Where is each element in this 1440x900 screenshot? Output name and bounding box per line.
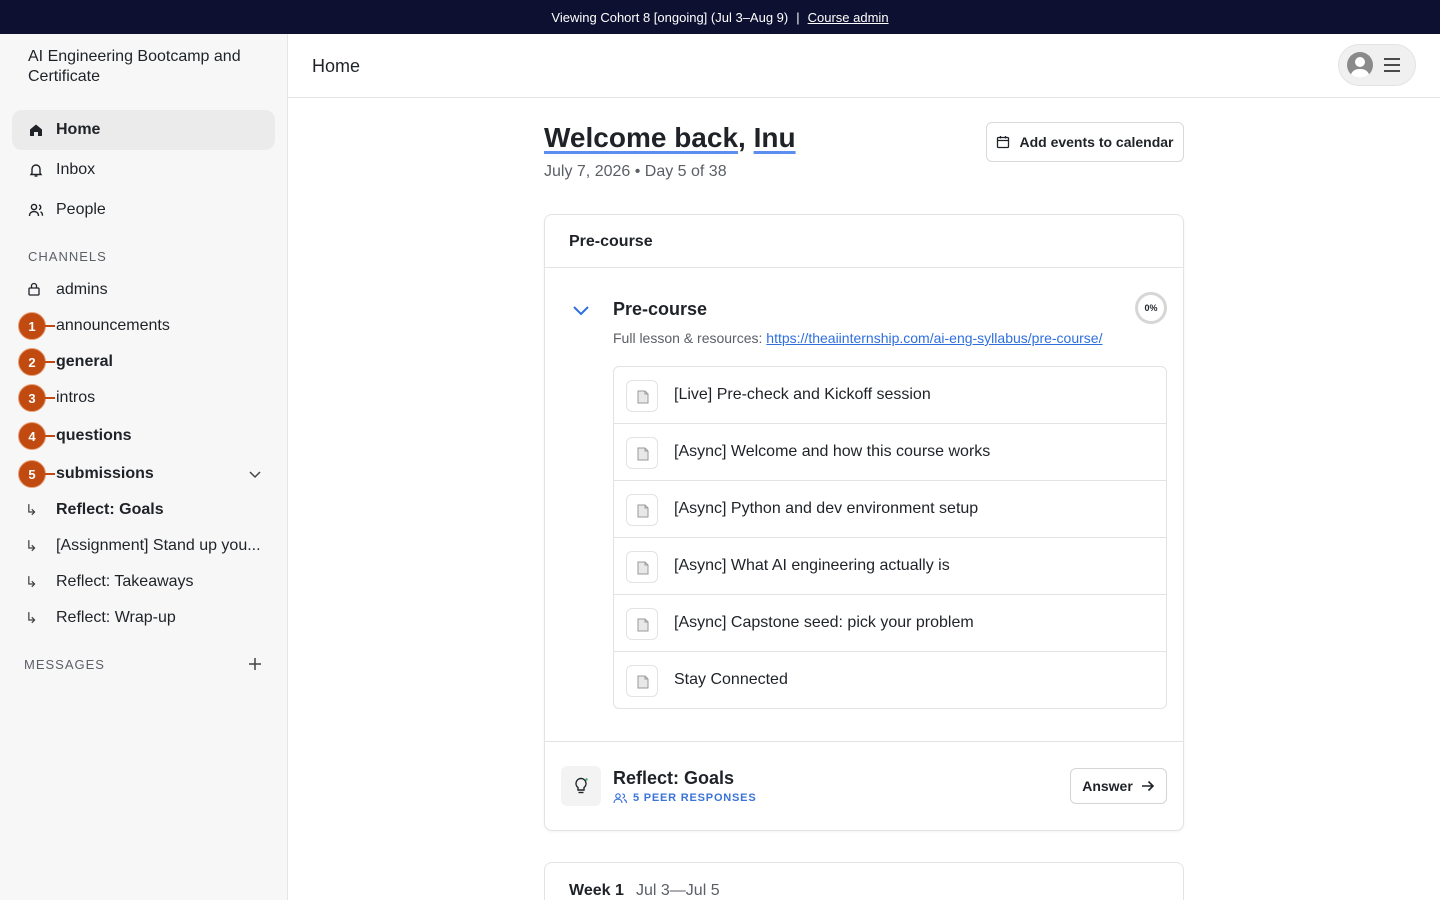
- hamburger-menu-icon: [1384, 58, 1400, 72]
- add-to-calendar-button[interactable]: Add events to calendar: [986, 122, 1184, 162]
- channel-general[interactable]: general: [56, 353, 113, 371]
- week-dates: Jul 3—Jul 5: [636, 882, 720, 899]
- banner-separator: |: [796, 9, 800, 25]
- collapse-chevron-icon[interactable]: [572, 305, 590, 317]
- unread-badge-announcements: 1: [18, 312, 55, 340]
- unread-badge-general: 2: [18, 348, 55, 376]
- lock-icon: [28, 282, 40, 296]
- lesson-title: [Async] Welcome and how this course work…: [674, 443, 991, 460]
- unread-badge-questions: 4: [18, 422, 55, 450]
- lesson-item[interactable]: [Async] What AI engineering actually is: [614, 538, 1166, 595]
- lesson-title: Stay Connected: [674, 671, 788, 688]
- document-icon: [626, 608, 658, 640]
- thread-reflect-wrapup[interactable]: Reflect: Wrap-up: [56, 609, 266, 627]
- channel-questions[interactable]: questions: [56, 427, 132, 445]
- channel-submissions[interactable]: submissions: [56, 465, 154, 483]
- arrow-right-icon: [1141, 780, 1154, 792]
- nav-item-people[interactable]: People: [12, 190, 275, 230]
- chevron-down-icon[interactable]: [247, 466, 263, 482]
- channels-section-label: CHANNELS: [28, 249, 107, 264]
- people-icon: [28, 202, 44, 218]
- document-icon: [626, 437, 658, 469]
- welcome-heading: Welcome back, Inu: [544, 122, 796, 154]
- lesson-item[interactable]: [Live] Pre-check and Kickoff session: [614, 367, 1166, 424]
- document-icon: [626, 551, 658, 583]
- module-resources: Full lesson & resources: https://theaiin…: [613, 330, 1102, 346]
- user-menu-button[interactable]: [1338, 44, 1416, 86]
- answer-button[interactable]: Answer: [1070, 768, 1167, 804]
- course-admin-link[interactable]: Course admin: [808, 10, 889, 25]
- messages-section-label: MESSAGES: [24, 657, 105, 672]
- pre-course-card: Pre-course Pre-course 0% Full lesson & r…: [544, 214, 1184, 831]
- home-icon: [28, 122, 44, 138]
- card-divider: [545, 741, 1183, 742]
- thread-reflect-takeaways[interactable]: Reflect: Takeaways: [56, 573, 266, 591]
- lesson-title: [Async] Python and dev environment setup: [674, 500, 979, 517]
- resources-link[interactable]: https://theaiinternship.com/ai-eng-sylla…: [766, 330, 1102, 346]
- thread-reflect-goals[interactable]: Reflect: Goals: [56, 501, 266, 519]
- cohort-text: Viewing Cohort 8 [ongoing] (Jul 3–Aug 9): [551, 9, 789, 25]
- lightbulb-icon: [561, 766, 601, 806]
- nav-item-inbox[interactable]: Inbox: [12, 150, 275, 190]
- add-message-icon[interactable]: [247, 656, 263, 672]
- lesson-item[interactable]: [Async] Capstone seed: pick your problem: [614, 595, 1166, 652]
- channel-intros[interactable]: intros: [56, 389, 95, 407]
- unread-badge-intros: 3: [18, 384, 55, 412]
- document-icon: [626, 665, 658, 697]
- app-title[interactable]: AI Engineering Bootcamp and Certificate: [28, 47, 248, 87]
- welcome-name: Inu: [753, 122, 796, 153]
- nav-label-people: People: [56, 201, 106, 218]
- reflect-goals-title[interactable]: Reflect: Goals: [613, 768, 734, 789]
- cohort-banner: Viewing Cohort 8 [ongoing] (Jul 3–Aug 9)…: [0, 0, 1440, 34]
- thread-assignment[interactable]: [Assignment] Stand up you...: [56, 537, 266, 555]
- sidebar: AI Engineering Bootcamp and Certificate …: [0, 34, 288, 900]
- channel-admins[interactable]: admins: [56, 281, 108, 299]
- week-title: Week 1: [569, 882, 624, 899]
- answer-label: Answer: [1082, 778, 1133, 794]
- lesson-item[interactable]: Stay Connected: [614, 652, 1166, 709]
- document-icon: [626, 380, 658, 412]
- sub-arrow-icon: ↳: [25, 574, 38, 591]
- lesson-item[interactable]: [Async] Welcome and how this course work…: [614, 424, 1166, 481]
- peer-responses-link[interactable]: 5 PEER RESPONSES: [613, 792, 756, 804]
- sub-arrow-icon: ↳: [25, 538, 38, 555]
- lesson-title: [Live] Pre-check and Kickoff session: [674, 386, 931, 403]
- nav-label-inbox: Inbox: [56, 161, 96, 178]
- module-progress: 0%: [1135, 292, 1167, 324]
- channel-announcements[interactable]: announcements: [56, 317, 170, 335]
- lesson-title: [Async] Capstone seed: pick your problem: [674, 614, 974, 631]
- unread-badge-submissions: 5: [18, 460, 55, 488]
- resources-label: Full lesson & resources:: [613, 330, 767, 346]
- page-title: Home: [312, 56, 361, 76]
- nav-item-home[interactable]: Home: [12, 110, 275, 150]
- page-header: Home: [288, 34, 1440, 98]
- welcome-comma: ,: [738, 122, 746, 153]
- sub-arrow-icon: ↳: [25, 610, 38, 627]
- nav-label-home: Home: [56, 121, 101, 138]
- card-header: Pre-course: [545, 215, 1183, 268]
- avatar: [1347, 52, 1373, 78]
- add-to-calendar-label: Add events to calendar: [1019, 134, 1174, 150]
- document-icon: [626, 494, 658, 526]
- week-1-card: Week 1 Jul 3—Jul 5: [544, 862, 1184, 900]
- date-line: July 7, 2026 • Day 5 of 38: [544, 163, 727, 180]
- lesson-item[interactable]: [Async] Python and dev environment setup: [614, 481, 1166, 538]
- module-title: Pre-course: [613, 299, 708, 319]
- welcome-prefix: Welcome back: [544, 122, 739, 153]
- bell-icon: [28, 162, 44, 178]
- card-header-title: Pre-course: [569, 233, 653, 250]
- peer-responses-text: 5 PEER RESPONSES: [633, 792, 757, 804]
- calendar-icon: [997, 136, 1010, 149]
- lesson-list: [Live] Pre-check and Kickoff session [As…: [613, 366, 1167, 709]
- lesson-title: [Async] What AI engineering actually is: [674, 557, 950, 574]
- sub-arrow-icon: ↳: [25, 502, 38, 519]
- peers-icon: [613, 793, 628, 804]
